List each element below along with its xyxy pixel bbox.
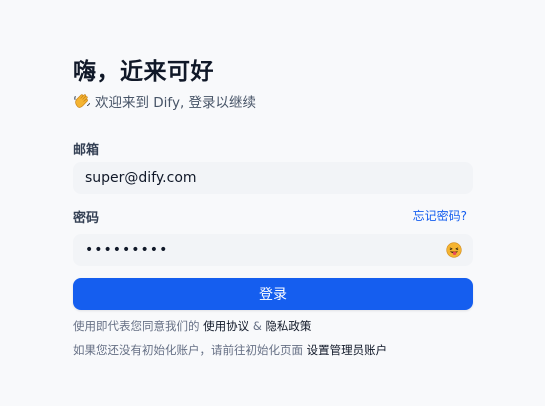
email-label: 邮箱 xyxy=(73,143,100,158)
terms-and: & xyxy=(252,319,262,333)
login-card: 嗨，近来可好 欢迎来到 Dify, 登录以继续 邮箱 super@dify.co… xyxy=(73,0,473,406)
page-title: 嗨，近来可好 xyxy=(73,59,214,85)
password-label: 密码 xyxy=(73,211,100,226)
password-value: ••••••••• xyxy=(85,242,169,258)
password-field[interactable]: ••••••••• xyxy=(73,234,473,266)
email-field[interactable]: super@dify.com xyxy=(73,162,473,194)
waving-hand-icon xyxy=(73,92,91,110)
email-value: super@dify.com xyxy=(85,170,197,186)
login-button[interactable]: 登录 xyxy=(73,278,473,310)
forgot-password-link[interactable]: 忘记密码? xyxy=(413,207,467,224)
subtitle-text: 欢迎来到 Dify, 登录以继续 xyxy=(95,95,257,111)
privacy-link[interactable]: 隐私政策 xyxy=(265,319,311,333)
init-prefix: 如果您还没有初始化账户，请前往初始化页面 xyxy=(73,343,303,357)
setup-admin-link[interactable]: 设置管理员账户 xyxy=(307,343,388,357)
page-subtitle: 欢迎来到 Dify, 登录以继续 xyxy=(73,91,256,111)
terms-prefix: 使用即代表您同意我们的 xyxy=(73,319,200,333)
terms-notice: 使用即代表您同意我们的 使用协议 & 隐私政策 xyxy=(73,318,311,334)
init-notice: 如果您还没有初始化账户，请前往初始化页面 设置管理员账户 xyxy=(73,342,387,358)
terms-link[interactable]: 使用协议 xyxy=(203,319,249,333)
emoji-tongue-icon[interactable] xyxy=(446,242,462,258)
